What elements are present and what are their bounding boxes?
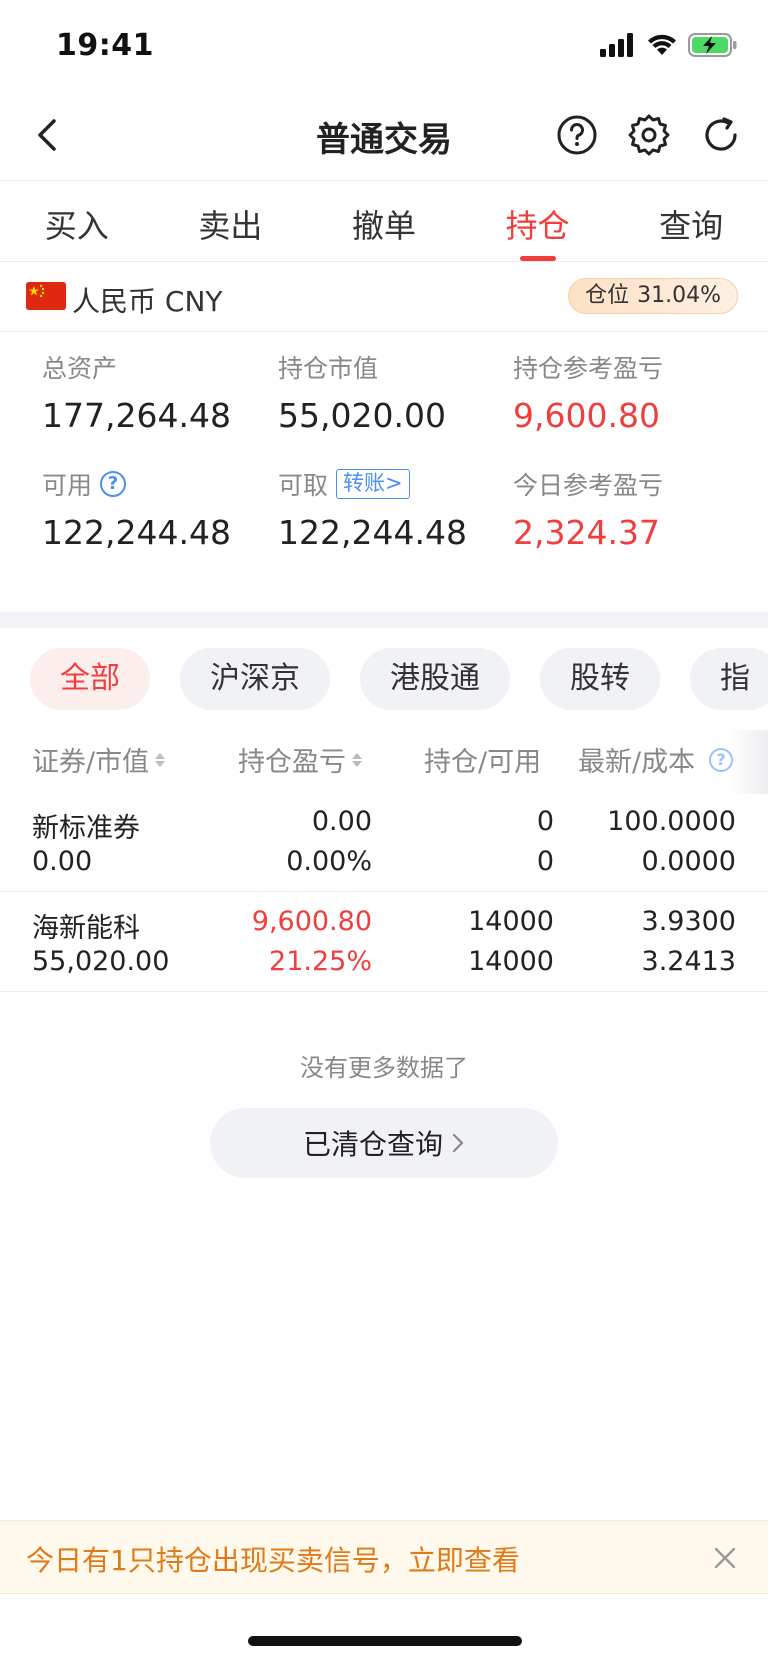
holding-qty: 14000	[468, 906, 554, 937]
sort-icon	[155, 752, 166, 767]
today-pnl-label: 今日参考盈亏	[513, 471, 664, 500]
position-ratio-badge: 仓位 31.04%	[568, 278, 738, 314]
available-funds: 可用 ? 122,244.48	[42, 467, 272, 552]
status-icons	[600, 32, 738, 58]
notice-close-button[interactable]	[708, 1541, 742, 1575]
pnl-amount: 0.00	[311, 806, 372, 837]
tab-positions[interactable]: 持仓	[461, 181, 615, 261]
transfer-button[interactable]: 转账>	[336, 469, 410, 499]
withdrawable-label: 可取	[278, 471, 329, 500]
position-ratio-value: 31.04%	[637, 283, 721, 308]
chevron-right-icon	[452, 1133, 464, 1153]
cost-price: 0.0000	[641, 846, 736, 877]
currency-row: 人民币 CNY 仓位 31.04%	[0, 264, 768, 332]
pnl-percent: 0.00%	[286, 846, 372, 877]
holding-value: 持仓市值 55,020.00	[278, 350, 508, 435]
question-circle-icon	[557, 115, 597, 155]
total-assets: 总资产 177,264.48	[42, 350, 272, 435]
nav-bar: 普通交易	[0, 92, 768, 178]
holding-pnl-value: 9,600.80	[513, 396, 660, 435]
positions-table-header: 证券/市值 持仓盈亏 持仓/可用 最新/成本 ?	[0, 740, 768, 784]
holding-value-value: 55,020.00	[278, 396, 446, 435]
market-value: 55,020.00	[32, 946, 170, 977]
nav-actions	[552, 110, 746, 160]
header-holding: 持仓/可用	[424, 747, 542, 778]
tab-buy[interactable]: 买入	[0, 181, 154, 261]
battery-charging-icon	[688, 33, 737, 57]
available-value: 122,244.48	[42, 513, 231, 552]
header-security[interactable]: 证券/市值	[32, 740, 166, 779]
available-qty: 0	[536, 846, 554, 877]
refresh-icon	[705, 117, 737, 151]
refresh-button[interactable]	[696, 110, 746, 160]
withdrawable-funds: 可取 转账> 122,244.48	[278, 467, 508, 552]
filter-all[interactable]: 全部	[30, 648, 150, 710]
table-row[interactable]: 海新能科 55,020.00 9,600.80 21.25% 14000 140…	[0, 892, 768, 992]
filter-index[interactable]: 指	[690, 648, 768, 710]
table-row[interactable]: 新标准券 0.00 0.00 0.00% 0 0 100.0000 0.0000	[0, 792, 768, 892]
pnl-amount: 9,600.80	[251, 906, 372, 937]
holding-value-label: 持仓市值	[278, 354, 379, 383]
available-qty: 14000	[468, 946, 554, 977]
close-icon	[714, 1547, 736, 1569]
china-flag-icon	[26, 282, 66, 310]
total-assets-label: 总资产	[42, 354, 118, 383]
tab-cancel-order[interactable]: 撤单	[307, 181, 461, 261]
settings-button[interactable]	[624, 110, 674, 160]
cleared-positions-button[interactable]: 已清仓查询	[210, 1108, 558, 1178]
available-label: 可用	[42, 471, 93, 500]
security-name: 海新能科	[32, 913, 140, 944]
status-bar: 19:41	[0, 0, 768, 92]
header-price: 最新/成本 ?	[578, 740, 734, 779]
asset-summary: 总资产 177,264.48 持仓市值 55,020.00 持仓参考盈亏 9,6…	[0, 350, 768, 590]
section-divider	[0, 612, 768, 628]
header-pnl[interactable]: 持仓盈亏	[238, 740, 362, 779]
available-help-icon[interactable]: ?	[100, 471, 127, 497]
trading-page: 19:41 普通交易 买入 卖出 撤单 持仓 查询 人民币 CNY 仓位 31.…	[0, 0, 768, 1663]
tab-query[interactable]: 查询	[614, 181, 768, 261]
market-filter-chips: 全部 沪深京 港股通 股转 指	[30, 648, 768, 712]
currency-label: 人民币 CNY	[72, 285, 223, 318]
holding-pnl: 持仓参考盈亏 9,600.80	[513, 350, 743, 435]
scroll-shadow	[728, 730, 768, 794]
main-tabs: 买入 卖出 撤单 持仓 查询	[0, 180, 768, 262]
help-button[interactable]	[552, 110, 602, 160]
latest-price: 3.9300	[641, 906, 736, 937]
sort-icon	[352, 752, 362, 767]
cleared-positions-label: 已清仓查询	[302, 1128, 443, 1161]
holding-qty: 0	[536, 806, 554, 837]
latest-price: 100.0000	[607, 806, 736, 837]
status-time: 19:41	[56, 28, 154, 63]
pnl-percent: 21.25%	[269, 946, 372, 977]
today-pnl: 今日参考盈亏 2,324.37	[513, 467, 743, 552]
cost-price: 3.2413	[641, 946, 736, 977]
signal-notice-text: 今日有1只持仓出现买卖信号，立即查看	[26, 1544, 520, 1577]
filter-neeq[interactable]: 股转	[540, 648, 660, 710]
withdrawable-value: 122,244.48	[278, 513, 467, 552]
filter-hk-connect[interactable]: 港股通	[360, 648, 510, 710]
no-more-data-text: 没有更多数据了	[300, 1054, 468, 1082]
cellular-signal-icon	[600, 33, 633, 57]
today-pnl-value: 2,324.37	[513, 513, 660, 552]
signal-notice-bar[interactable]: 今日有1只持仓出现买卖信号，立即查看	[0, 1520, 768, 1594]
position-ratio-label: 仓位	[585, 283, 630, 308]
tab-sell[interactable]: 卖出	[154, 181, 308, 261]
security-name: 新标准券	[32, 813, 140, 844]
gear-icon	[628, 114, 670, 156]
market-value: 0.00	[32, 846, 93, 877]
wifi-icon	[648, 34, 676, 55]
holding-pnl-label: 持仓参考盈亏	[513, 354, 664, 383]
filter-sh-sz-bj[interactable]: 沪深京	[180, 648, 330, 710]
home-indicator	[248, 1636, 522, 1646]
total-assets-value: 177,264.48	[42, 396, 231, 435]
